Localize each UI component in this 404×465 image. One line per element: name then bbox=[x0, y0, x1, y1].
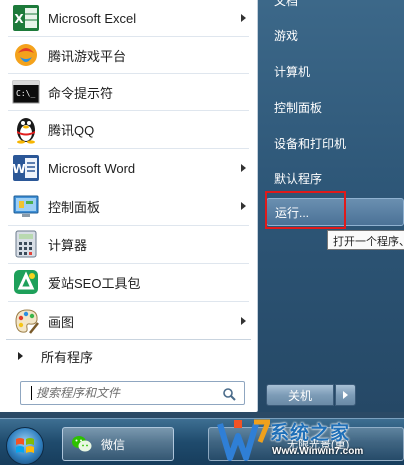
place-label: 文档 bbox=[274, 0, 299, 8]
program-label: 画图 bbox=[48, 314, 75, 330]
pinned-programs-pane: X Microsoft Excel 腾讯游戏平台 C:\_ 命令提示符 腾讯QQ… bbox=[0, 0, 258, 412]
place-label: 控制面板 bbox=[274, 100, 323, 115]
taskbar-item-label: 微信 bbox=[101, 437, 126, 452]
place-label: 默认程序 bbox=[274, 171, 323, 186]
taskbar: 微信 无限光景(重) bbox=[0, 418, 404, 465]
program-label: 计算器 bbox=[48, 237, 88, 253]
all-programs-arrow-icon bbox=[18, 352, 23, 360]
search-input[interactable] bbox=[36, 384, 216, 402]
program-item-word[interactable]: W Microsoft Word bbox=[4, 149, 254, 187]
taskbar-item-label: 无限光景(重) bbox=[287, 439, 350, 451]
program-label: 命令提示符 bbox=[48, 85, 114, 101]
calculator-icon bbox=[10, 228, 42, 260]
control-panel-icon bbox=[10, 190, 42, 222]
place-label: 游戏 bbox=[274, 28, 299, 43]
svg-text:W: W bbox=[12, 162, 25, 176]
submenu-arrow-icon[interactable] bbox=[241, 202, 246, 210]
program-item-aizhan-seo[interactable]: 爱站SEO工具包 bbox=[4, 263, 254, 301]
shutdown-label: 关机 bbox=[287, 388, 312, 403]
place-label: 设备和打印机 bbox=[274, 136, 347, 151]
text-caret bbox=[31, 386, 32, 400]
submenu-arrow-icon[interactable] bbox=[241, 317, 246, 325]
program-label: Microsoft Word bbox=[48, 160, 136, 176]
svg-text:X: X bbox=[14, 12, 24, 26]
program-item-control-panel[interactable]: 控制面板 bbox=[4, 187, 254, 225]
program-label: 腾讯QQ bbox=[48, 122, 95, 138]
all-programs-button[interactable]: 所有程序 bbox=[4, 342, 254, 370]
submenu-arrow-icon[interactable] bbox=[241, 164, 246, 172]
program-label: 爱站SEO工具包 bbox=[48, 275, 141, 291]
program-item-paint[interactable]: 画图 bbox=[4, 302, 254, 340]
program-item-qq[interactable]: 腾讯QQ bbox=[4, 110, 254, 148]
place-documents[interactable]: 文档 bbox=[266, 0, 404, 14]
place-computer[interactable]: 计算机 bbox=[266, 57, 404, 85]
program-item-command-prompt[interactable]: C:\_ 命令提示符 bbox=[4, 73, 254, 111]
place-control-panel[interactable]: 控制面板 bbox=[266, 93, 404, 121]
tencent-game-icon bbox=[10, 39, 42, 71]
run-tooltip: 打开一个程序、 bbox=[327, 230, 404, 250]
program-item-excel[interactable]: X Microsoft Excel bbox=[4, 0, 254, 37]
shutdown-options-button[interactable] bbox=[335, 384, 356, 406]
shutdown-button[interactable]: 关机 bbox=[266, 384, 334, 406]
program-label: 控制面板 bbox=[48, 199, 101, 215]
chevron-right-icon bbox=[343, 391, 348, 399]
start-button[interactable] bbox=[6, 427, 44, 465]
command-prompt-icon: C:\_ bbox=[10, 76, 42, 108]
program-label: Microsoft Excel bbox=[48, 10, 137, 26]
wechat-icon bbox=[72, 436, 92, 452]
place-default-programs[interactable]: 默认程序 bbox=[266, 164, 404, 192]
submenu-arrow-icon[interactable] bbox=[241, 14, 246, 22]
place-games[interactable]: 游戏 bbox=[266, 21, 404, 49]
divider bbox=[6, 339, 251, 340]
program-label: 腾讯游戏平台 bbox=[48, 48, 127, 64]
all-programs-label: 所有程序 bbox=[41, 349, 94, 365]
windows-logo-icon bbox=[16, 438, 34, 453]
qq-penguin-icon bbox=[10, 113, 42, 145]
run-button[interactable]: 运行... bbox=[266, 198, 404, 226]
place-devices-and-printers[interactable]: 设备和打印机 bbox=[266, 129, 404, 157]
taskbar-wechat[interactable]: 微信 bbox=[62, 427, 174, 461]
word-icon: W bbox=[10, 152, 42, 184]
aizhan-seo-icon bbox=[10, 266, 42, 298]
place-label: 计算机 bbox=[274, 64, 311, 79]
svg-text:C:\_: C:\_ bbox=[16, 89, 35, 98]
paint-icon bbox=[10, 305, 42, 337]
taskbar-window-item[interactable]: 无限光景(重) bbox=[208, 427, 404, 461]
excel-icon: X bbox=[10, 2, 42, 34]
program-item-tencent-game[interactable]: 腾讯游戏平台 bbox=[4, 36, 254, 74]
program-item-calculator[interactable]: 计算器 bbox=[4, 225, 254, 263]
search-box[interactable] bbox=[20, 381, 245, 405]
search-icon[interactable] bbox=[222, 386, 236, 405]
place-label: 运行... bbox=[275, 205, 310, 220]
